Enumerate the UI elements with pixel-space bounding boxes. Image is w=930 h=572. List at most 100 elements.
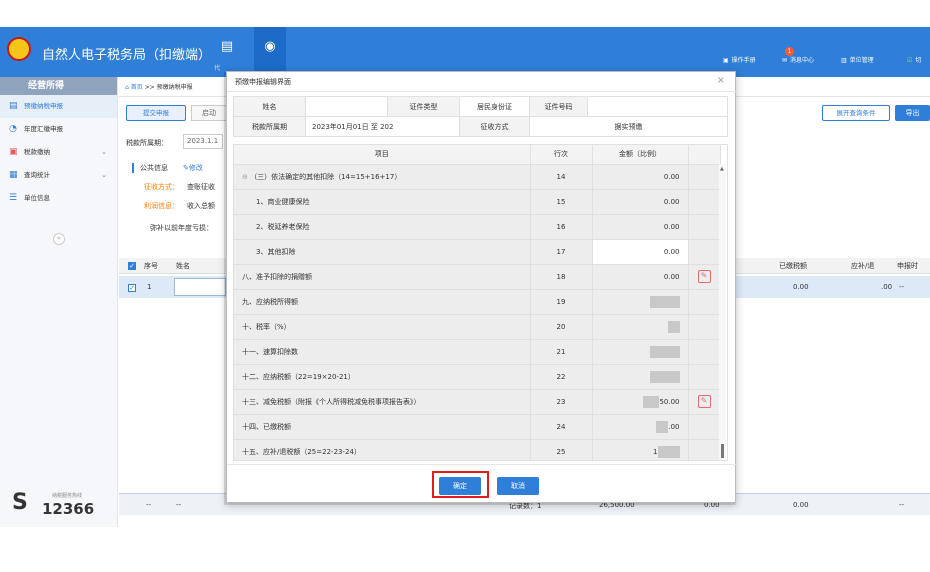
scroll-thumb[interactable] <box>721 444 724 458</box>
select-all-checkbox[interactable]: ✓ <box>128 261 136 270</box>
period-label: 税款所属期： <box>126 139 168 147</box>
modify-link[interactable]: ✎修改 <box>183 163 203 173</box>
row-line: 15 <box>530 189 593 215</box>
document-icon: ▤ <box>9 101 18 111</box>
unit-management-link[interactable]: ▥ 单位管理 <box>841 55 874 64</box>
idtype-key: 证件类型 <box>387 96 460 117</box>
message-center-link[interactable]: ✉ 消息中心 <box>782 55 814 64</box>
redacted-value <box>656 420 669 433</box>
hotline-label: 纳税服务热线 <box>52 493 83 499</box>
row-item: 十五、应补/退税额（25=22-23-24） <box>234 439 531 460</box>
scrollbar[interactable]: ▲ <box>719 164 726 460</box>
row-amount <box>592 364 689 390</box>
collapse-sidebar-button[interactable]: « <box>53 233 65 245</box>
row-item: 1、商业健康保险 <box>234 189 531 215</box>
app-title: 自然人电子税务局（扣缴端） <box>42 48 212 63</box>
row-item: 十一、速算扣除数 <box>234 339 531 365</box>
sidebar-item-query[interactable]: ▦ 查询统计 ⌄ <box>0 164 117 187</box>
row-item: 3、其他扣除 <box>234 239 531 265</box>
col-paid: 已缴税额 <box>779 262 807 270</box>
redacted-value <box>649 295 680 308</box>
table-row: 1、商业健康保险 15 0.00 <box>234 189 721 215</box>
row-line: 14 <box>530 164 593 190</box>
row-line: 19 <box>530 289 593 315</box>
sidebar-item-unit[interactable]: ☰ 单位信息 <box>0 187 117 210</box>
mail-icon: ✉ <box>782 57 788 64</box>
row-amount: 1 <box>592 439 689 460</box>
collapse-icon[interactable]: ⊖ <box>242 173 250 181</box>
chevron-down-icon: ⌄ <box>101 171 107 179</box>
row-amount: 0.00 <box>592 164 689 190</box>
redacted-value <box>667 320 680 333</box>
table-row: 十一、速算扣除数 21 <box>234 339 721 365</box>
col-time: 申报时 <box>897 262 918 270</box>
row-line: 22 <box>530 364 593 390</box>
cancel-button[interactable]: 取消 <box>497 477 539 495</box>
row-line: 25 <box>530 439 593 460</box>
col-due: 应补/退 <box>851 262 875 270</box>
manual-link[interactable]: ▣ 操作手册 <box>723 55 756 64</box>
row-item: 十四、已缴税额 <box>234 414 531 440</box>
table-row: 八、准予扣除的捐赠额 18 0.00 ✎ <box>234 264 721 290</box>
col-line: 行次 <box>530 145 593 165</box>
dialog-title: 预缴申报编辑界面 <box>235 78 291 86</box>
edit-icon[interactable]: ✎ <box>697 395 711 408</box>
table-row: 十四、已缴税额 24 .00 <box>234 414 721 440</box>
start-button[interactable]: 启动 <box>191 105 227 121</box>
row-checkbox[interactable]: ✓ <box>128 283 136 292</box>
list-icon: ☰ <box>9 193 18 203</box>
redacted-value <box>643 395 660 408</box>
row-line: 16 <box>530 214 593 240</box>
book-icon: ▣ <box>723 57 729 64</box>
confirm-button[interactable]: 确定 <box>439 477 481 495</box>
col-name: 姓名 <box>176 262 190 270</box>
summary-value: 0.00 <box>793 501 809 509</box>
switch-link[interactable]: ☑ 切 <box>907 55 921 64</box>
period-select[interactable]: 2023.1.1 <box>183 134 223 149</box>
table-row: 3、其他扣除 17 0.00 <box>234 239 721 265</box>
row-line: 17 <box>530 239 593 265</box>
calendar-icon: ◔ <box>9 124 17 134</box>
sidebar-heading: 经营所得 <box>0 77 117 95</box>
name-key: 姓名 <box>233 96 306 117</box>
sidebar-item-payment[interactable]: ▣ 税款缴纳 ⌄ <box>0 141 117 164</box>
sidebar-item-prepay[interactable]: ▤ 预缴纳税申报 <box>0 95 117 118</box>
taxpayer-info-table: 姓名 证件类型 居民身份证 证件号码 税款所属期 2023年01月01日 至 2… <box>233 96 728 137</box>
row-item: 九、应纳税所得额 <box>234 289 531 315</box>
row-amount: .00 <box>592 414 689 440</box>
summary-cell: -- <box>176 501 182 509</box>
levy-label: 征收方式： <box>144 183 179 191</box>
row-index: 1 <box>147 283 152 291</box>
sidebar: 经营所得 ▤ 预缴纳税申报 ◔ 年度汇缴申报 ▣ 税款缴纳 ⌄ ▦ 查询统计 ⌄ ☰ 单位信息… <box>0 77 118 527</box>
period-value: 2023年01月01日 至 202 <box>305 116 460 137</box>
table-row: 十三、减免税额（附报《个人所得税减免税事项报告表》） 23 50.00 ✎ <box>234 389 721 415</box>
loss-label: 弥补以前年度亏损： <box>150 224 213 232</box>
row-name-input[interactable] <box>174 278 226 296</box>
dialog-footer: 确定 取消 <box>227 464 737 504</box>
sidebar-item-annual[interactable]: ◔ 年度汇缴申报 <box>0 118 117 141</box>
idno-value <box>587 96 728 117</box>
period-key: 税款所属期 <box>233 116 306 137</box>
row-item: 十三、减免税额（附报《个人所得税减免税事项报告表》） <box>234 389 531 415</box>
notification-badge: 1 <box>785 47 794 56</box>
row-line: 20 <box>530 314 593 340</box>
toolbar-active-tab[interactable]: ◉ <box>254 27 286 77</box>
close-icon[interactable]: × <box>717 75 725 86</box>
row-item: 2、税延养老保险 <box>234 214 531 240</box>
levy-value: 据实预缴 <box>529 116 728 137</box>
edit-icon[interactable]: ✎ <box>697 270 711 283</box>
expand-query-button[interactable]: 展开查询条件 <box>822 105 890 121</box>
toolbar-tax-icon[interactable]: ▤ <box>219 39 235 55</box>
export-button[interactable]: 导出 <box>895 105 930 121</box>
row-due: .00 <box>881 283 893 291</box>
row-paid: 0.00 <box>793 283 809 291</box>
toolbar-label-1: 代 <box>214 65 221 72</box>
breadcrumb-home[interactable]: 首页 <box>131 84 143 91</box>
other-deduction-input[interactable]: 0.00 <box>592 239 689 265</box>
name-value <box>305 96 388 117</box>
submit-declaration-button[interactable]: 提交申报 <box>126 105 186 121</box>
table-row: 2、税延养老保险 16 0.00 <box>234 214 721 240</box>
col-amount: 金额（比例） <box>592 145 689 165</box>
row-amount <box>592 339 689 365</box>
row-amount: 0.00 <box>592 264 689 290</box>
